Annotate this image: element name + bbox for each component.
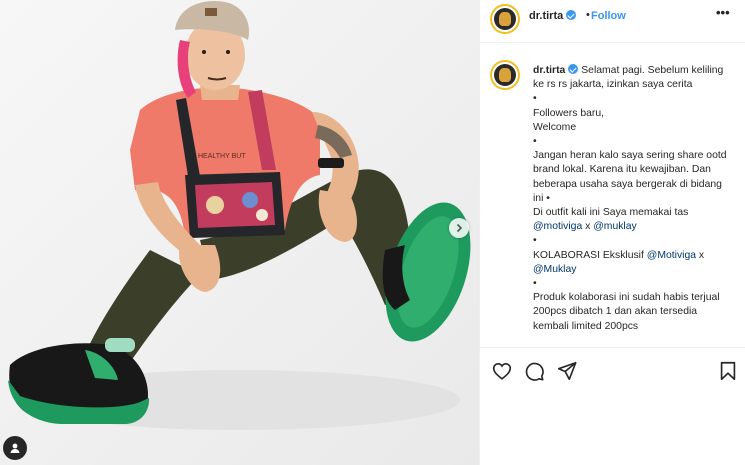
caption-line: • <box>533 234 733 248</box>
caption-text-segment: KOLABORASI Eksklusif <box>533 249 647 261</box>
caption-text-segment: x <box>696 249 705 261</box>
share-icon[interactable] <box>556 360 578 382</box>
heart-icon[interactable] <box>491 360 513 382</box>
caption-text-segment: x <box>582 221 594 233</box>
caption-text: dr.tirta Selamat pagi. Sebelum keliling … <box>533 64 733 334</box>
header-username[interactable]: dr.tirta <box>529 10 577 22</box>
verified-badge-icon <box>568 64 579 74</box>
caption-line: dr.tirta Selamat pagi. Sebelum keliling … <box>533 64 733 92</box>
caption-username[interactable]: dr.tirta <box>533 65 565 76</box>
comment-icon[interactable] <box>523 360 545 382</box>
caption-avatar-image <box>494 64 516 86</box>
verified-badge-icon <box>566 10 577 20</box>
post-photo[interactable]: HEALTHY BUT <box>0 0 479 465</box>
caption-text-segment: Di outfit kali ini Saya memakai tas <box>533 207 689 219</box>
mention-link[interactable]: @muklay <box>593 221 636 232</box>
user-tag-icon <box>10 443 20 453</box>
caption-text-segment: Produk kolaborasi ini sudah habis terjua… <box>533 292 720 332</box>
caption-line: • <box>533 135 733 149</box>
caption-line: Produk kolaborasi ini sudah habis terjua… <box>533 291 733 334</box>
action-bar <box>480 347 745 391</box>
caption-text-segment: Followers baru, <box>533 107 605 119</box>
follow-button[interactable]: Follow <box>591 10 626 22</box>
chevron-right-icon <box>456 223 463 233</box>
mention-link[interactable]: @Motiviga <box>647 250 696 261</box>
header-username-text[interactable]: dr.tirta <box>529 10 563 22</box>
caption-scroll-area[interactable]: dr.tirta Selamat pagi. Sebelum keliling … <box>480 44 745 347</box>
more-options-icon[interactable]: ••• <box>716 5 740 25</box>
avatar[interactable] <box>490 4 520 34</box>
shirt-print: HEALTHY BUT <box>198 153 246 160</box>
user-tag-button[interactable] <box>3 436 27 460</box>
caption-line: Di outfit kali ini Saya memakai tas <box>533 206 733 220</box>
caption-text-segment: • <box>533 278 537 290</box>
post-side-panel: dr.tirta • Follow ••• dr.tirta Selamat p… <box>479 0 745 465</box>
mention-link[interactable]: @Muklay <box>533 264 576 275</box>
caption-line: KOLABORASI Eksklusif @Motiviga x @Muklay <box>533 249 733 277</box>
caption-text-segment: • <box>533 235 537 247</box>
caption-line: @motiviga x @muklay <box>533 220 733 234</box>
mention-link[interactable]: @motiviga <box>533 221 582 232</box>
header-separator: • <box>586 9 590 21</box>
caption-text-segment: Jangan heran kalo saya sering share ootd… <box>533 150 727 204</box>
caption-text-segment: Welcome <box>533 121 577 133</box>
caption-text-segment: • <box>533 136 537 148</box>
caption-text-segment: • <box>533 93 537 105</box>
avatar-image <box>494 8 516 30</box>
bookmark-icon[interactable] <box>717 360 739 382</box>
photo-illustration: HEALTHY BUT <box>0 0 479 465</box>
caption-line: Followers baru, <box>533 107 733 121</box>
caption-line: Welcome <box>533 121 733 135</box>
caption-line: • <box>533 277 733 291</box>
caption-avatar[interactable] <box>490 60 520 90</box>
post-header: dr.tirta • Follow ••• <box>480 0 745 43</box>
next-photo-button[interactable] <box>449 218 469 238</box>
caption-line: • <box>533 92 733 106</box>
caption-line: Jangan heran kalo saya sering share ootd… <box>533 149 733 206</box>
